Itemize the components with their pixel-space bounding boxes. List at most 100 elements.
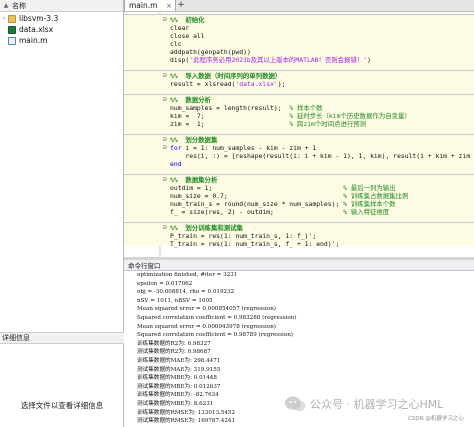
code-line[interactable]: num_samples = length(result); % 样本个数 [124,104,474,112]
excel-file-icon [8,25,16,34]
current-folder-panel: ▲ 名称 › libsvm-3.3 data.xlsx main.m 详细信息 … [0,0,124,427]
code-line[interactable]: clc [124,40,474,48]
code-line[interactable]: disp('此程序务必用2023b及其以上版本的MATLAB！否则会报错！') [124,56,474,64]
code-text: zim = 1; % 跨zim个时间点进行预测 [170,120,366,128]
fold-toggle-icon[interactable]: ⊟ [163,144,169,152]
code-token: %% 初始化 [170,16,205,24]
file-item-label: data.xlsx [19,25,54,34]
code-line[interactable]: addpath(genpath(pwd)) [124,48,474,56]
code-line[interactable]: T_train = res(1: num_train_s, f_ + 1: en… [124,240,474,248]
code-line[interactable]: result = xlsread('data.xlsx'); [124,80,474,88]
fold-toggle-icon[interactable]: ⊟ [163,16,169,24]
folder-icon [8,14,16,23]
tab-main-m[interactable]: main.m × [124,0,176,11]
code-token: ); [277,80,286,88]
code-text: addpath(genpath(pwd)) [170,48,251,56]
fold-toggle-icon[interactable]: ⊟ [163,224,169,232]
code-line[interactable]: num_size = 0.7; % 训练集占数据集比例 [124,192,474,200]
watermark: 公众号 · 机器学习之心HML CSDN @机器学习之心 [280,394,472,424]
code-line[interactable]: ⊟%% 初始化 [124,16,474,24]
code-token: T_train = res(1: num_train_s, f_ + 1: en… [170,240,340,248]
code-token: %% 数据集分析 [170,176,218,184]
code-line[interactable]: zim = 1; % 跨zim个时间点进行预测 [124,120,474,128]
code-line[interactable]: ⊟%% 导入数据（时间序列的单列数据） [124,72,474,80]
code-text: P_train = res(1: num_train_s, 1: f_)'; [170,232,316,240]
code-line[interactable] [124,216,474,224]
code-token: num_train_s = round(num_size * num_sampl… [170,200,344,208]
code-line[interactable] [124,64,474,72]
code-editor[interactable]: ⊟%% 初始化 clear close all clc addpath(genpath(… [124,12,474,257]
fold-toggle-icon[interactable]: ⊟ [163,96,169,104]
file-item-data-xlsx[interactable]: data.xlsx [0,24,123,35]
new-tab-button[interactable]: + [176,0,186,11]
code-token: % 训练集占数据集比例 [343,192,409,200]
code-token: num_samples = length(result); [170,104,290,112]
code-line[interactable]: ⊟%% 数据集分析 [124,176,474,184]
file-list-header[interactable]: ▲ 名称 [0,0,123,12]
code-line[interactable] [124,128,474,136]
code-text: num_train_s = round(num_size * num_sampl… [170,200,396,208]
code-line[interactable]: end [124,160,474,168]
code-line[interactable]: ⊟%% 数据分析 [124,96,474,104]
code-text: f_ = size(res, 2) - outdim; % 输入特征维度 [170,208,389,216]
code-text: close all [170,32,205,40]
code-token: for [170,144,182,152]
file-item-libsvm[interactable]: › libsvm-3.3 [0,13,123,24]
code-line[interactable]: kim = 7; % 延时步长（kim个历史数据作为自变量） [124,112,474,120]
code-token: %% 划分训练集和测试集 [170,224,243,232]
code-token: res(i, :) = [reshape(result(i: i + kim -… [170,152,474,160]
code-token: %% 数据分析 [170,96,211,104]
code-token: % 样本个数 [289,104,323,112]
code-text: result = xlsread('data.xlsx'); [170,80,285,88]
code-text: %% 初始化 [170,16,205,24]
m-file-icon [8,36,16,45]
code-text: num_samples = length(result); % 样本个数 [170,104,323,112]
code-token: 'data.xlsx' [235,80,278,88]
code-token: result = xlsread( [170,80,236,88]
code-text: end [170,160,182,168]
code-token: i = 1: num_samples - kim - zim + 1 [181,144,317,152]
code-text: kim = 7; % 延时步长（kim个历史数据作为自变量） [170,112,411,120]
code-line[interactable]: ⊟%% 划分数据集 [124,136,474,144]
name-column-header[interactable]: 名称 [12,1,26,11]
file-item-main-m[interactable]: main.m [0,35,123,46]
code-token: end [170,160,182,168]
expand-icon[interactable]: › [0,15,8,22]
code-line[interactable]: res(i, :) = [reshape(result(i: i + kim -… [124,152,474,160]
code-text: res(i, :) = [reshape(result(i: i + kim -… [170,152,474,160]
code-text: outdim = 1; % 最后一列为输出 [170,184,396,192]
code-token: % 最后一列为输出 [343,184,396,192]
code-token: addpath(genpath(pwd)) [170,48,251,56]
code-text: %% 划分训练集和测试集 [170,224,243,232]
code-line[interactable]: ⊟ for i = 1: num_samples - kim - zim + 1 [124,144,474,152]
code-text: %% 数据分析 [170,96,211,104]
code-token: disp( [170,56,190,64]
code-token: close all [170,32,205,40]
code-line[interactable]: close all [124,32,474,40]
code-line[interactable]: ⊟%% 划分训练集和测试集 [124,224,474,232]
code-line[interactable]: clear [124,24,474,32]
sort-ascending-icon[interactable]: ▲ [0,2,12,9]
code-token: % 延时步长（kim个历史数据作为自变量） [289,112,411,120]
code-token: clc [170,40,182,48]
editor-tab-strip: main.m × + [124,0,474,12]
code-line[interactable]: P_train = res(1: num_train_s, 1: f_)'; [124,232,474,240]
fold-toggle-icon[interactable]: ⊟ [163,72,169,80]
command-output-line: 测试集数据的RMSE为: 169787.4241 [137,418,236,425]
wechat-logo-icon [285,396,306,412]
editor-panel: main.m × + ⊟%% 初始化 clear close all clc addpa… [124,0,474,257]
code-text: clear [170,24,189,32]
details-panel-header[interactable]: 详细信息 [0,332,124,344]
code-line[interactable]: f_ = size(res, 2) - outdim; % 输入特征维度 [124,208,474,216]
code-text: num_size = 0.7; % 训练集占数据集比例 [170,192,408,200]
code-line[interactable] [124,88,474,96]
code-line[interactable]: num_train_s = round(num_size * num_sampl… [124,200,474,208]
tab-label: main.m [129,1,158,10]
code-line[interactable] [124,168,474,176]
fold-toggle-icon[interactable]: ⊟ [163,176,169,184]
code-token: %% 划分数据集 [170,136,218,144]
close-tab-icon[interactable]: × [166,2,172,10]
code-line[interactable]: outdim = 1; % 最后一列为输出 [124,184,474,192]
fold-toggle-icon[interactable]: ⊟ [163,136,169,144]
file-list: › libsvm-3.3 data.xlsx main.m [0,12,123,46]
